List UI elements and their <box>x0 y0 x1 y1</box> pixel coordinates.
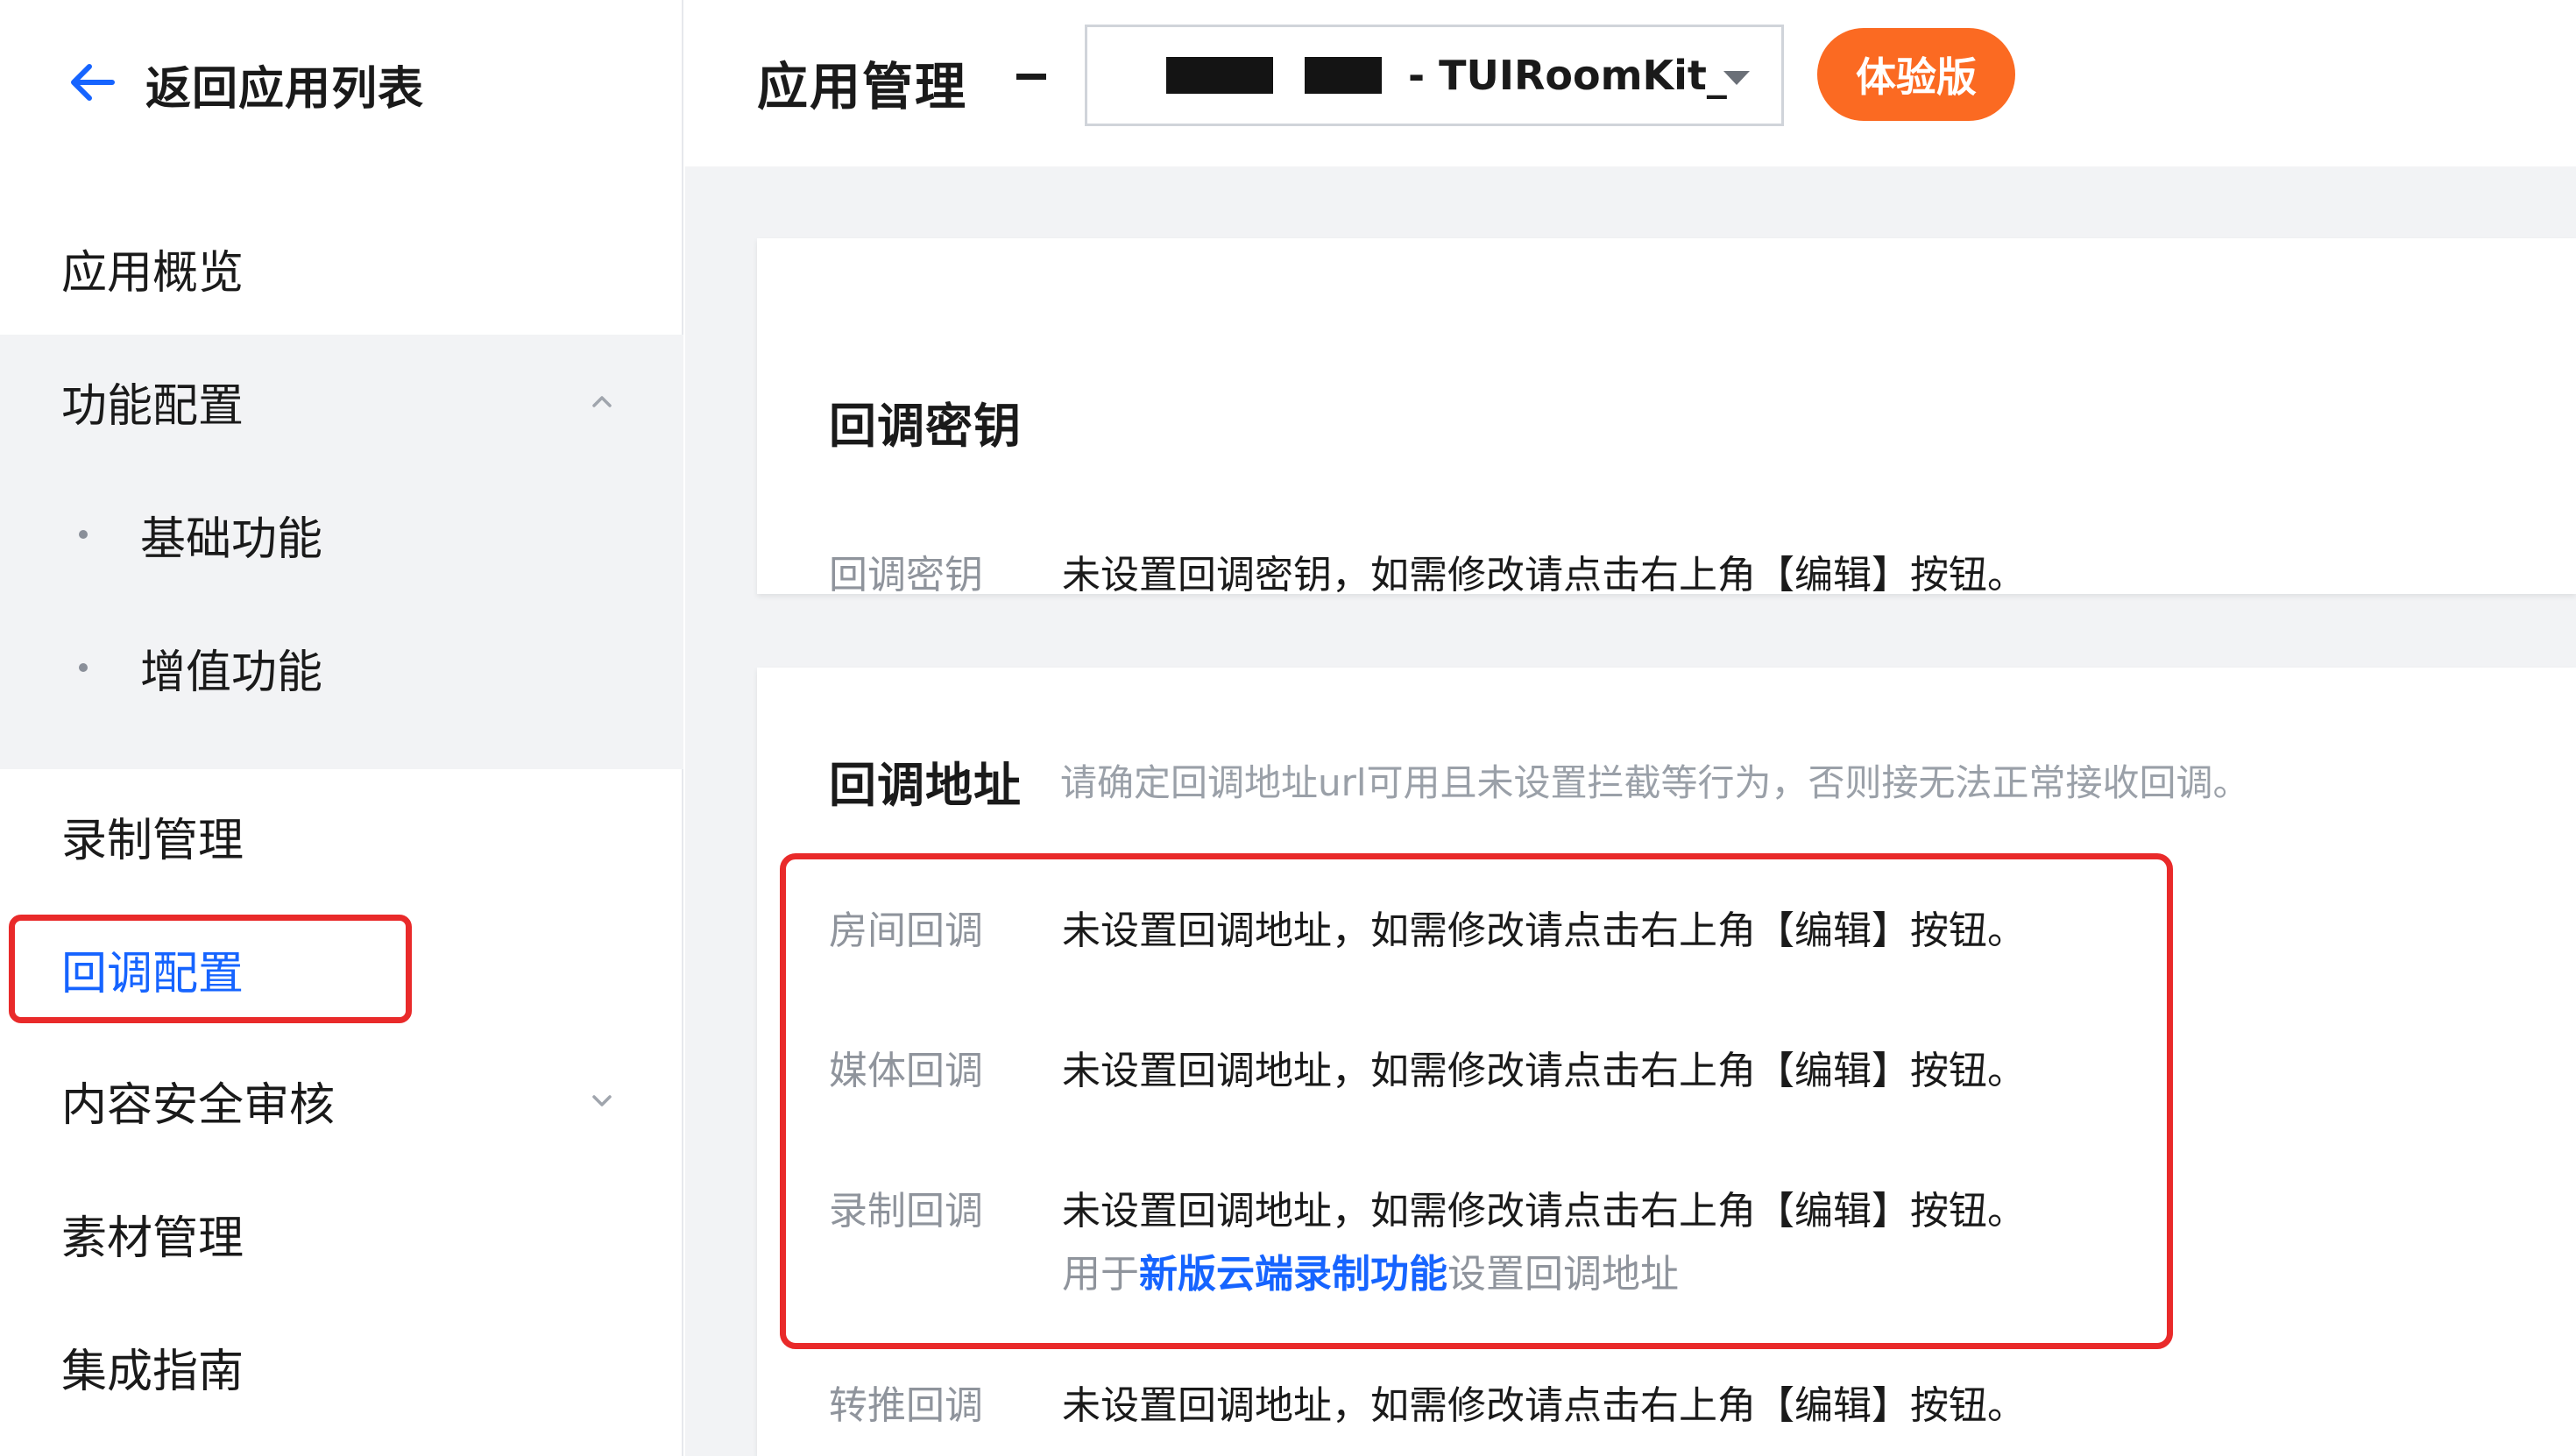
sidebar-item-label: 素材管理 <box>61 1212 244 1265</box>
row-value: 未设置回调地址，如需修改请点击右上角【编辑】按钮。 <box>1062 908 2026 953</box>
row-sub-text: 用于新版云端录制功能设置回调地址 <box>1062 1242 1679 1298</box>
sidebar-item-content-moderation[interactable]: 内容安全审核 <box>0 1048 683 1153</box>
sidebar-item-feature-config[interactable]: 功能配置 <box>0 349 683 454</box>
sidebar-item-integration-guide[interactable]: 集成指南 <box>0 1314 683 1419</box>
sidebar-item-label: 录制管理 <box>61 814 244 867</box>
callback-url-card: 回调地址 请确定回调地址url可用且未设置拦截等行为，否则接无法正常接收回调。 … <box>757 668 2576 1456</box>
sidebar-item-value-added-features[interactable]: 增值功能 <box>0 615 683 720</box>
sub-suffix: 设置回调地址 <box>1447 1252 1679 1297</box>
title-separator <box>1016 74 1046 80</box>
card-title: 回调地址 <box>829 758 1022 813</box>
trial-edition-badge: 体验版 <box>1817 28 2015 121</box>
bullet-icon <box>79 530 88 539</box>
sidebar-item-label: 回调配置 <box>61 947 244 1000</box>
caret-down-icon <box>1723 71 1750 85</box>
row-value: 未设置回调地址，如需修改请点击右上角【编辑】按钮。 <box>1062 1189 2026 1233</box>
row-label: 回调密钥 <box>829 553 983 597</box>
sidebar-item-label: 应用概览 <box>61 246 244 300</box>
row-label: 媒体回调 <box>829 1049 983 1093</box>
chevron-up-icon <box>592 396 612 407</box>
sidebar-item-label: 集成指南 <box>61 1345 244 1398</box>
sidebar-item-callback-config[interactable]: 回调配置 <box>0 916 683 1021</box>
page-title: 应用管理 <box>757 57 968 117</box>
chevron-down-icon <box>592 1095 612 1106</box>
sidebar-item-app-overview[interactable]: 应用概览 <box>0 216 683 321</box>
row-value: 未设置回调密钥，如需修改请点击右上角【编辑】按钮。 <box>1062 553 2026 597</box>
callback-key-card: 回调密钥 回调密钥 未设置回调密钥，如需修改请点击右上角【编辑】按钮。 <box>757 238 2576 597</box>
card-hint: 请确定回调地址url可用且未设置拦截等行为，否则接无法正常接收回调。 <box>1060 761 2250 804</box>
row-value: 未设置回调地址，如需修改请点击右上角【编辑】按钮。 <box>1062 1383 2026 1428</box>
arrow-left-icon <box>67 56 119 112</box>
sidebar-item-label: 内容安全审核 <box>61 1078 336 1132</box>
page-header: 应用管理 - TUIRoomKit_ 体验版 <box>685 0 2576 166</box>
app-select-value: - TUIRoomKit_ <box>1408 52 1727 99</box>
sidebar-item-recording-management[interactable]: 录制管理 <box>0 783 683 888</box>
sidebar-item-asset-management[interactable]: 素材管理 <box>0 1181 683 1286</box>
row-label: 录制回调 <box>829 1189 983 1233</box>
redacted-block <box>1166 57 1273 94</box>
sidebar: 返回应用列表 应用概览 功能配置 基础功能 增值功能 录制管理 回调配置 内容安… <box>0 0 683 1456</box>
main-content: 回调密钥 回调密钥 未设置回调密钥，如需修改请点击右上角【编辑】按钮。 回调地址… <box>685 166 2576 1456</box>
redacted-block <box>1305 57 1382 94</box>
row-label: 转推回调 <box>829 1383 983 1428</box>
sub-prefix: 用于 <box>1062 1252 1139 1297</box>
back-label: 返回应用列表 <box>145 62 425 116</box>
sidebar-item-label: 基础功能 <box>140 512 323 566</box>
row-label: 房间回调 <box>829 908 983 953</box>
row-value: 未设置回调地址，如需修改请点击右上角【编辑】按钮。 <box>1062 1049 2026 1093</box>
sidebar-item-label: 增值功能 <box>140 646 323 699</box>
app-root: 返回应用列表 应用概览 功能配置 基础功能 增值功能 录制管理 回调配置 内容安… <box>0 0 2576 1456</box>
app-select[interactable]: - TUIRoomKit_ <box>1085 25 1784 126</box>
back-to-app-list-button[interactable]: 返回应用列表 <box>67 51 424 117</box>
cloud-recording-link[interactable]: 新版云端录制功能 <box>1139 1252 1447 1297</box>
card-title: 回调密钥 <box>829 399 1022 454</box>
sidebar-item-label: 功能配置 <box>61 379 244 433</box>
bullet-icon <box>79 663 88 672</box>
sidebar-item-basic-features[interactable]: 基础功能 <box>0 482 683 587</box>
